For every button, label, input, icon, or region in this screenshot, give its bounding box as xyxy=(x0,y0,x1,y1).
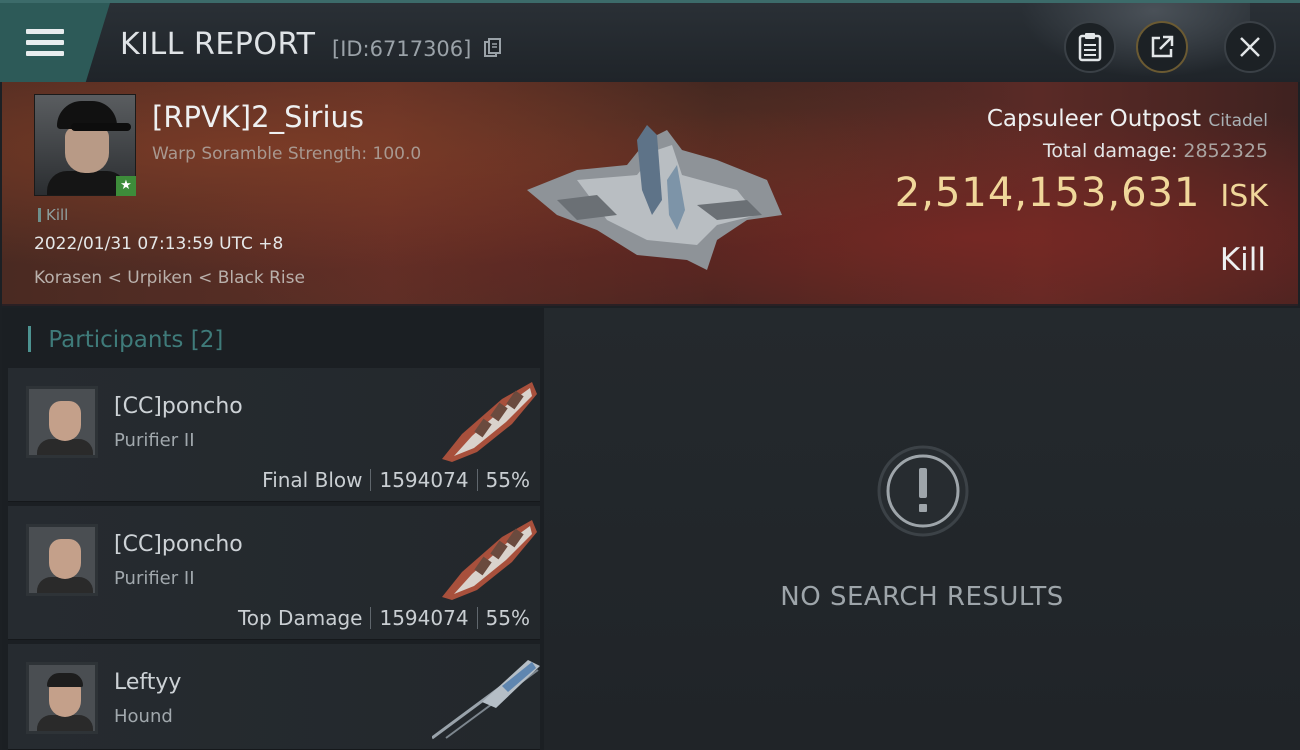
citadel-structure-image xyxy=(527,125,782,270)
target-structure-name: Capsuleer Outpost Citadel xyxy=(986,106,1268,132)
report-id: [ID:6717306] xyxy=(332,37,472,61)
participant-damage: 1594074 xyxy=(379,606,469,630)
victim-name[interactable]: [RPVK]2_Sirius xyxy=(152,100,364,134)
participant-name: [CC]poncho xyxy=(114,394,243,419)
purifier-ship-image xyxy=(442,382,537,462)
participant-name: [CC]poncho xyxy=(114,532,243,557)
star-badge-icon: ★ xyxy=(116,176,136,196)
participant-damage: 1594074 xyxy=(379,468,469,492)
isk-value-row: 2,514,153,631 ISK xyxy=(895,170,1268,216)
participant-stats: Top Damage 1594074 55% xyxy=(238,606,530,630)
target-structure-type: Citadel xyxy=(1208,111,1268,131)
participant-role: Top Damage xyxy=(237,606,363,630)
participant-role: Final Blow xyxy=(262,468,363,492)
participant-percent: 55% xyxy=(485,606,530,630)
share-icon xyxy=(1151,35,1174,58)
kill-datetime: 2022/01/31 07:13:59 UTC +8 xyxy=(34,234,284,254)
total-damage: Total damage: 2852325 xyxy=(1042,140,1268,162)
total-damage-value: 2852325 xyxy=(1183,140,1268,162)
kill-tag: Kill xyxy=(38,206,68,224)
participant-portrait xyxy=(26,662,98,734)
isk-value: 2,514,153,631 xyxy=(894,170,1201,216)
copy-icon[interactable] xyxy=(484,38,502,58)
exclamation-icon xyxy=(877,445,969,537)
participant-card[interactable]: [CC]poncho Purifier II Final Blow 1594074… xyxy=(8,368,540,502)
participant-ship: Hound xyxy=(114,706,173,727)
warp-scramble-strength: Warp Soramble Strength: 100.0 xyxy=(152,144,422,164)
share-button[interactable] xyxy=(1136,21,1188,73)
participants-count: [2] xyxy=(190,327,224,353)
participant-portrait xyxy=(26,386,98,458)
hamburger-menu-icon xyxy=(26,29,64,57)
details-panel: NO SEARCH RESULTS xyxy=(544,308,1300,750)
result-label: Kill xyxy=(1219,242,1266,278)
background-ship-decoration xyxy=(1010,3,1250,83)
participants-panel: Participants [2] [CC]poncho Purifier II … xyxy=(2,308,544,750)
participant-ship: Purifier II xyxy=(114,430,195,451)
clipboard-icon xyxy=(1078,33,1102,62)
clipboard-button[interactable] xyxy=(1064,21,1116,73)
participant-card[interactable]: [CC]poncho Purifier II Top Damage 1594074… xyxy=(8,506,540,640)
participant-portrait xyxy=(26,524,98,596)
menu-button[interactable] xyxy=(0,3,110,82)
participants-header[interactable]: Participants [2] xyxy=(28,326,223,353)
empty-state-message: NO SEARCH RESULTS xyxy=(780,582,1064,612)
participant-stats: Final Blow 1594074 55% xyxy=(262,468,530,492)
participant-ship: Purifier II xyxy=(114,568,195,589)
hound-ship-image xyxy=(432,660,540,740)
page-title: KILL REPORT xyxy=(120,27,316,62)
participant-card[interactable]: Leftyy Hound xyxy=(8,644,540,750)
isk-unit: ISK xyxy=(1220,179,1268,214)
top-bar: KILL REPORT [ID:6717306] xyxy=(0,0,1300,83)
close-icon xyxy=(1240,37,1260,57)
participant-name: Leftyy xyxy=(114,670,182,695)
close-button[interactable] xyxy=(1224,21,1276,73)
kill-summary-banner: ★ [RPVK]2_Sirius Warp Soramble Strength:… xyxy=(2,82,1298,306)
purifier-ship-image xyxy=(442,520,537,600)
participant-percent: 55% xyxy=(485,468,530,492)
kill-location[interactable]: Korasen < Urpiken < Black Rise xyxy=(34,268,305,288)
